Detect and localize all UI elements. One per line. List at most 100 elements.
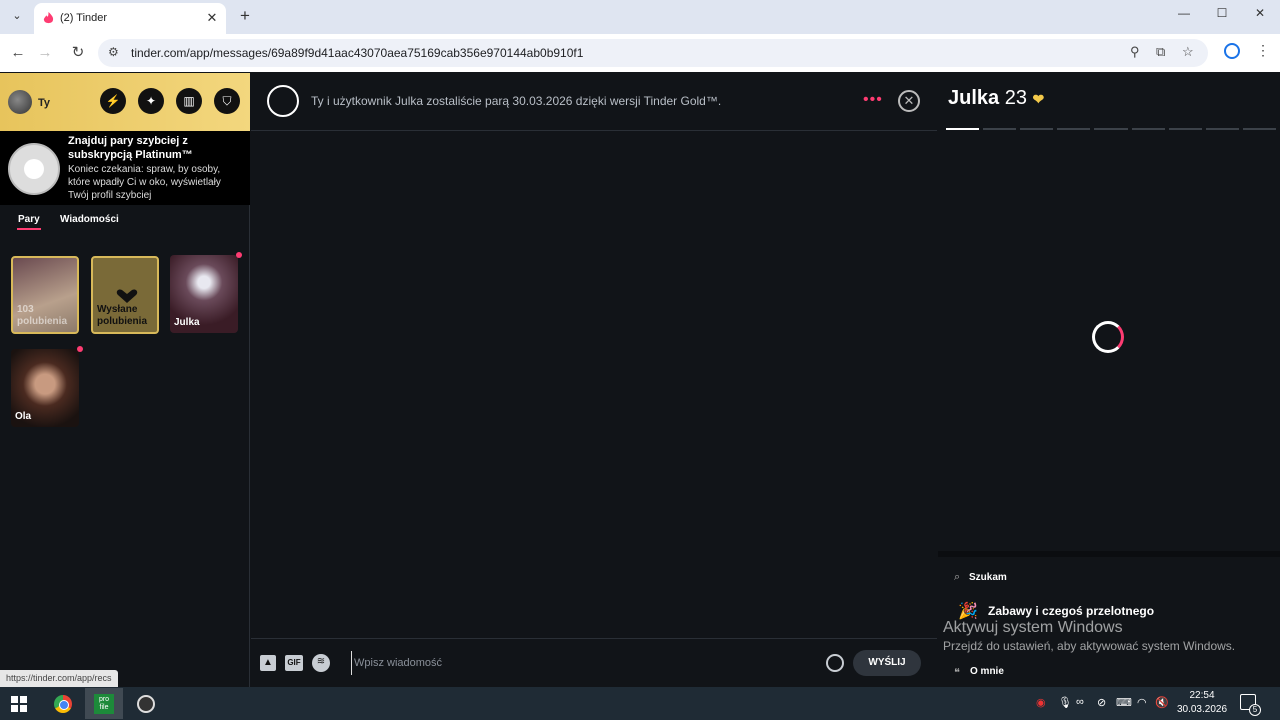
photo-indicator[interactable] bbox=[983, 128, 1017, 130]
chat-header: Ty i użytkownik Julka zostaliście parą 3… bbox=[251, 73, 937, 131]
address-bar[interactable]: ⚙ tinder.com/app/messages/69a89f9d41aac4… bbox=[98, 39, 1208, 67]
spotify-icon[interactable]: ≋ bbox=[312, 654, 330, 672]
clock-date: 30.03.2026 bbox=[1176, 704, 1228, 715]
network-off-icon[interactable]: ⊘ bbox=[1097, 696, 1106, 709]
notification-count: 5 bbox=[1249, 704, 1261, 716]
chrome-icon bbox=[54, 695, 72, 713]
explore-compass-icon[interactable]: ✦ bbox=[138, 88, 164, 114]
briefcase-icon[interactable]: ▥ bbox=[176, 88, 202, 114]
keyboard-icon[interactable]: ⌨ bbox=[1116, 696, 1132, 709]
tab-messages[interactable]: Wiadomości bbox=[60, 214, 119, 225]
new-tab-icon[interactable]: + bbox=[236, 7, 254, 25]
windows-activation-watermark: Aktywuj system Windows Przejdź do ustawi… bbox=[943, 619, 1235, 653]
sidebar: Ty ⚡ ✦ ▥ ⛉ Znajduj pary szybciej z subsk… bbox=[0, 73, 250, 687]
taskbar-chrome[interactable] bbox=[44, 688, 82, 719]
minimize-icon[interactable]: — bbox=[1174, 6, 1194, 20]
sent-likes-card[interactable]: Wysłane polubienia bbox=[91, 256, 159, 334]
profile-panel: Julka 23 ❤ ⌕ Szukam 🎉 Zabawy i czegoś pr… bbox=[938, 73, 1280, 687]
match-avatar-ring[interactable] bbox=[267, 85, 299, 117]
profile-age: 23 bbox=[1004, 87, 1027, 109]
tab-matches[interactable]: Pary bbox=[18, 214, 40, 225]
photo-indicator[interactable] bbox=[946, 128, 980, 130]
platinum-badge-icon bbox=[8, 143, 60, 195]
site-info-icon[interactable]: ⚙ bbox=[108, 45, 119, 59]
close-chat-icon[interactable]: ✕ bbox=[898, 90, 920, 112]
gif-button[interactable]: GIF bbox=[285, 655, 303, 671]
windows-start-icon[interactable] bbox=[11, 696, 27, 712]
install-app-icon[interactable]: ⧉ bbox=[1156, 44, 1165, 60]
browser-menu-icon[interactable]: ⋮ bbox=[1256, 42, 1270, 59]
unread-dot bbox=[236, 252, 242, 258]
more-options-icon[interactable]: ••• bbox=[863, 91, 883, 109]
volume-muted-icon[interactable]: 🔇 bbox=[1155, 696, 1169, 709]
status-bar-url: https://tinder.com/app/recs bbox=[0, 670, 118, 687]
photo-indicator[interactable] bbox=[1094, 128, 1128, 130]
photo-indicator[interactable] bbox=[1205, 128, 1239, 130]
photo-indicator[interactable] bbox=[1057, 128, 1091, 130]
reload-icon[interactable]: ↻ bbox=[68, 43, 88, 63]
chat-panel: Ty i użytkownik Julka zostaliście parą 3… bbox=[251, 73, 937, 687]
unread-dot bbox=[77, 346, 83, 352]
photo-indicator[interactable] bbox=[1131, 128, 1165, 130]
bookmark-star-icon[interactable]: ☆ bbox=[1182, 44, 1194, 60]
taskbar-clock[interactable]: 22:54 30.03.2026 bbox=[1172, 689, 1232, 717]
about-label: O mnie bbox=[970, 666, 1004, 677]
quote-icon: ❝ bbox=[954, 667, 960, 679]
forward-icon[interactable]: → bbox=[35, 43, 55, 63]
match-julka[interactable]: Julka bbox=[170, 255, 238, 333]
link-icon[interactable]: ∞ bbox=[1076, 696, 1084, 708]
back-icon[interactable]: ← bbox=[8, 43, 28, 63]
divider bbox=[938, 551, 1280, 557]
watermark-subtitle: Przejdź do ustawień, aby aktywować syste… bbox=[943, 639, 1236, 653]
browser-tab-bar: ⌄ (2) Tinder ✕ + — ☐ ✕ bbox=[0, 0, 1280, 34]
profile-name: Julka bbox=[948, 87, 1000, 109]
taskbar-obs[interactable] bbox=[127, 688, 165, 719]
profile-app-icon: pro file bbox=[94, 694, 114, 714]
photo-progress-bars bbox=[946, 128, 1276, 131]
sidebar-tabs: Pary Wiadomości bbox=[0, 211, 250, 231]
safety-shield-icon[interactable]: ⛉ bbox=[214, 88, 240, 114]
user-name[interactable]: Ty bbox=[38, 97, 50, 109]
close-window-icon[interactable]: ✕ bbox=[1250, 6, 1270, 20]
browser-profile-icon[interactable] bbox=[1224, 43, 1240, 59]
tab-search-chevron-icon[interactable]: ⌄ bbox=[8, 7, 26, 25]
maximize-icon[interactable]: ☐ bbox=[1212, 6, 1232, 20]
tinder-flame-icon bbox=[43, 12, 54, 24]
clock-time: 22:54 bbox=[1189, 690, 1215, 701]
party-popper-icon: 🎉 bbox=[958, 603, 978, 620]
boost-icon[interactable]: ⚡ bbox=[100, 88, 126, 114]
tab-close-icon[interactable]: ✕ bbox=[204, 10, 220, 26]
wifi-icon[interactable]: ◠ bbox=[1137, 696, 1147, 709]
match-name: Julka bbox=[174, 317, 200, 328]
photo-indicator[interactable] bbox=[1020, 128, 1054, 130]
taskbar-profile-app[interactable]: pro file bbox=[85, 688, 123, 719]
microphone-icon[interactable]: 🎙 bbox=[1058, 696, 1072, 709]
looking-for-label: Szukam bbox=[969, 572, 1007, 583]
active-tab-indicator bbox=[17, 228, 41, 230]
watermark-title: Aktywuj system Windows bbox=[943, 619, 1123, 636]
promo-text: Koniec czekania: spraw, by osoby, które … bbox=[68, 164, 221, 201]
looking-for-value: Zabawy i czegoś przelotnego bbox=[988, 604, 1155, 618]
hearts-icon bbox=[116, 289, 138, 303]
photo-indicator[interactable] bbox=[1242, 128, 1276, 130]
photo-indicator[interactable] bbox=[1168, 128, 1202, 130]
contact-card-icon[interactable]: ▲ bbox=[260, 655, 276, 671]
profile-name-line: Julka 23 ❤ bbox=[948, 87, 1044, 110]
sent-likes-label: Wysłane polubienia bbox=[97, 304, 147, 327]
match-ola[interactable]: Ola bbox=[11, 349, 79, 427]
browser-tab[interactable]: (2) Tinder ✕ bbox=[34, 3, 226, 34]
emoji-icon[interactable] bbox=[826, 654, 844, 672]
likes-card[interactable]: 103 polubienia bbox=[11, 256, 79, 334]
url-text[interactable]: tinder.com/app/messages/69a89f9d41aac430… bbox=[131, 46, 583, 60]
message-input[interactable] bbox=[351, 651, 811, 675]
match-info-text: Ty i użytkownik Julka zostaliście parą 3… bbox=[311, 94, 722, 108]
send-button[interactable]: WYŚLIJ bbox=[853, 650, 921, 676]
recording-icon[interactable]: ◉ bbox=[1036, 696, 1046, 709]
promo-title: Znajduj pary szybciej z subskrypcją Plat… bbox=[68, 135, 193, 161]
windows-taskbar: pro file ◉ 🎙 ∞ ⊘ ⌨ ◠ 🔇 22:54 30.03.2026 … bbox=[0, 687, 1280, 720]
platinum-promo[interactable]: Znajduj pary szybciej z subskrypcją Plat… bbox=[0, 131, 250, 205]
sidebar-header: Ty ⚡ ✦ ▥ ⛉ bbox=[0, 73, 250, 131]
zoom-icon[interactable]: ⚲ bbox=[1130, 44, 1140, 60]
avatar[interactable] bbox=[8, 90, 32, 114]
gold-hearts-icon: ❤ bbox=[1032, 91, 1045, 107]
